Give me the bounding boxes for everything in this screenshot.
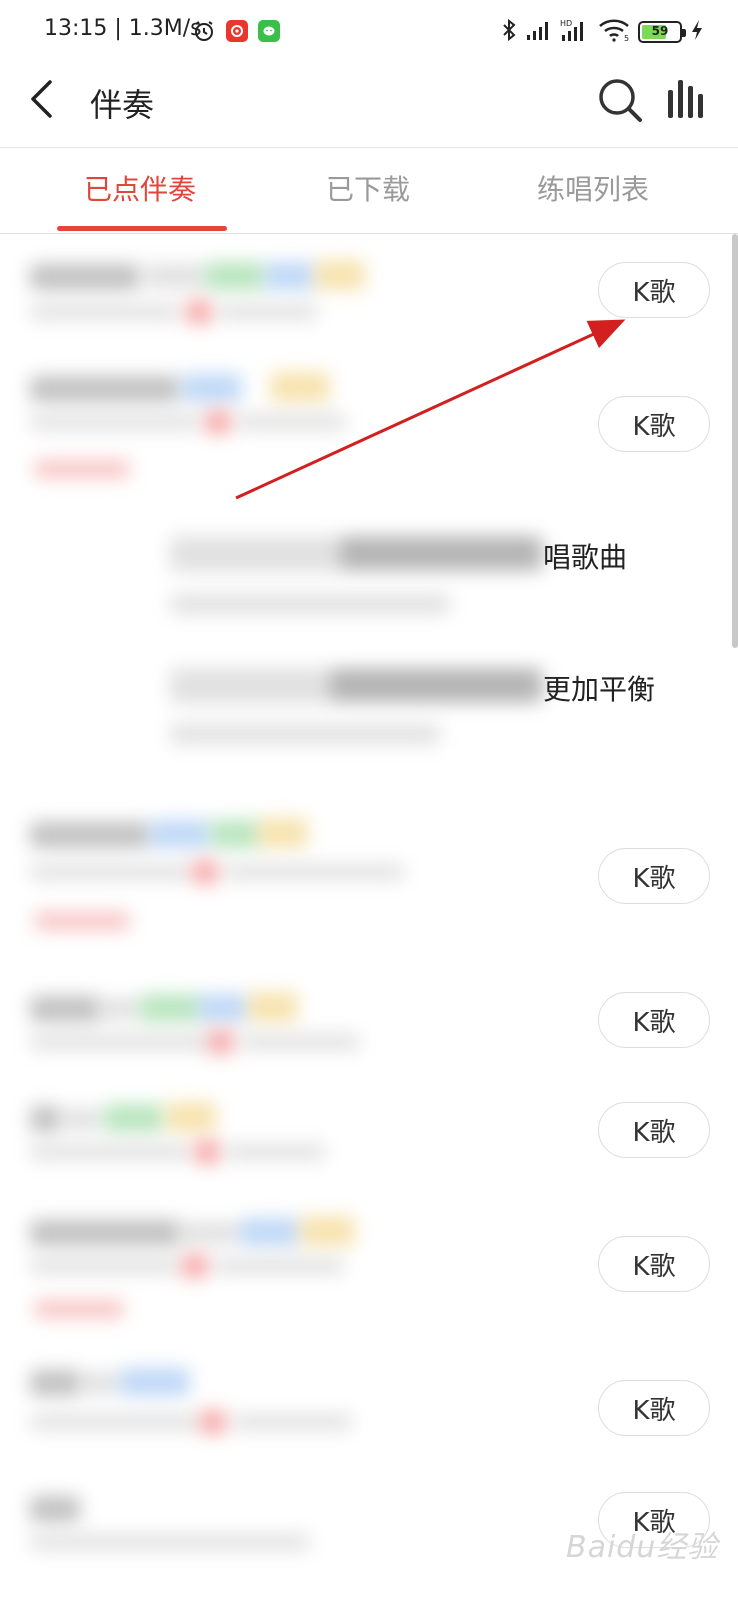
battery-icon: 59	[638, 21, 686, 43]
signal-icon	[526, 19, 552, 45]
back-arrow-icon	[28, 79, 56, 123]
search-icon	[596, 79, 646, 130]
k-song-button[interactable]: K歌	[598, 1380, 710, 1436]
active-tab-indicator	[57, 226, 227, 231]
k-song-button[interactable]: K歌	[598, 1102, 710, 1158]
svg-text:5: 5	[624, 34, 629, 42]
alarm-icon	[192, 19, 216, 47]
netease-app-icon	[226, 20, 248, 42]
accompaniment-list[interactable]: K歌 K歌 唱歌曲 更加平衡 K歌 K歌 K歌 K歌 K歌 K歌	[0, 234, 738, 1600]
tab-requested-accompaniment[interactable]: 已点伴奏	[84, 168, 196, 208]
list-item-title-fragment: 唱歌曲	[543, 541, 628, 574]
tab-bar: 已点伴奏 已下载 练唱列表	[0, 148, 738, 234]
header: 伴奏	[0, 62, 738, 148]
page-title: 伴奏	[90, 86, 155, 124]
watermark: Baidu经验	[566, 1530, 719, 1565]
k-song-button[interactable]: K歌	[598, 992, 710, 1048]
equalizer-bars-icon	[664, 80, 714, 130]
bluetooth-icon	[500, 18, 518, 46]
k-song-button[interactable]: K歌	[598, 848, 710, 904]
search-button[interactable]	[596, 76, 646, 126]
k-song-button[interactable]: K歌	[598, 262, 710, 318]
wechat-app-icon	[258, 20, 280, 42]
status-time: 13:15 | 1.3M/s	[44, 16, 202, 41]
scrollbar[interactable]	[732, 234, 738, 648]
svg-text:HD: HD	[560, 19, 572, 28]
status-bar: 13:15 | 1.3M/s HD 5 59	[0, 0, 738, 62]
back-button[interactable]	[22, 76, 62, 126]
k-song-button[interactable]: K歌	[598, 1236, 710, 1292]
tab-downloaded[interactable]: 已下载	[326, 168, 410, 208]
wifi-icon: 5	[598, 18, 630, 46]
hd-signal-icon: HD	[560, 18, 590, 46]
battery-level: 59	[651, 24, 669, 38]
list-item-title-fragment: 更加平衡	[543, 673, 656, 706]
k-song-button[interactable]: K歌	[598, 396, 710, 452]
equalizer-button[interactable]	[664, 76, 714, 126]
charging-icon	[690, 18, 704, 46]
tab-practice-list[interactable]: 练唱列表	[537, 168, 649, 208]
status-icons: HD 5 59	[500, 18, 704, 46]
